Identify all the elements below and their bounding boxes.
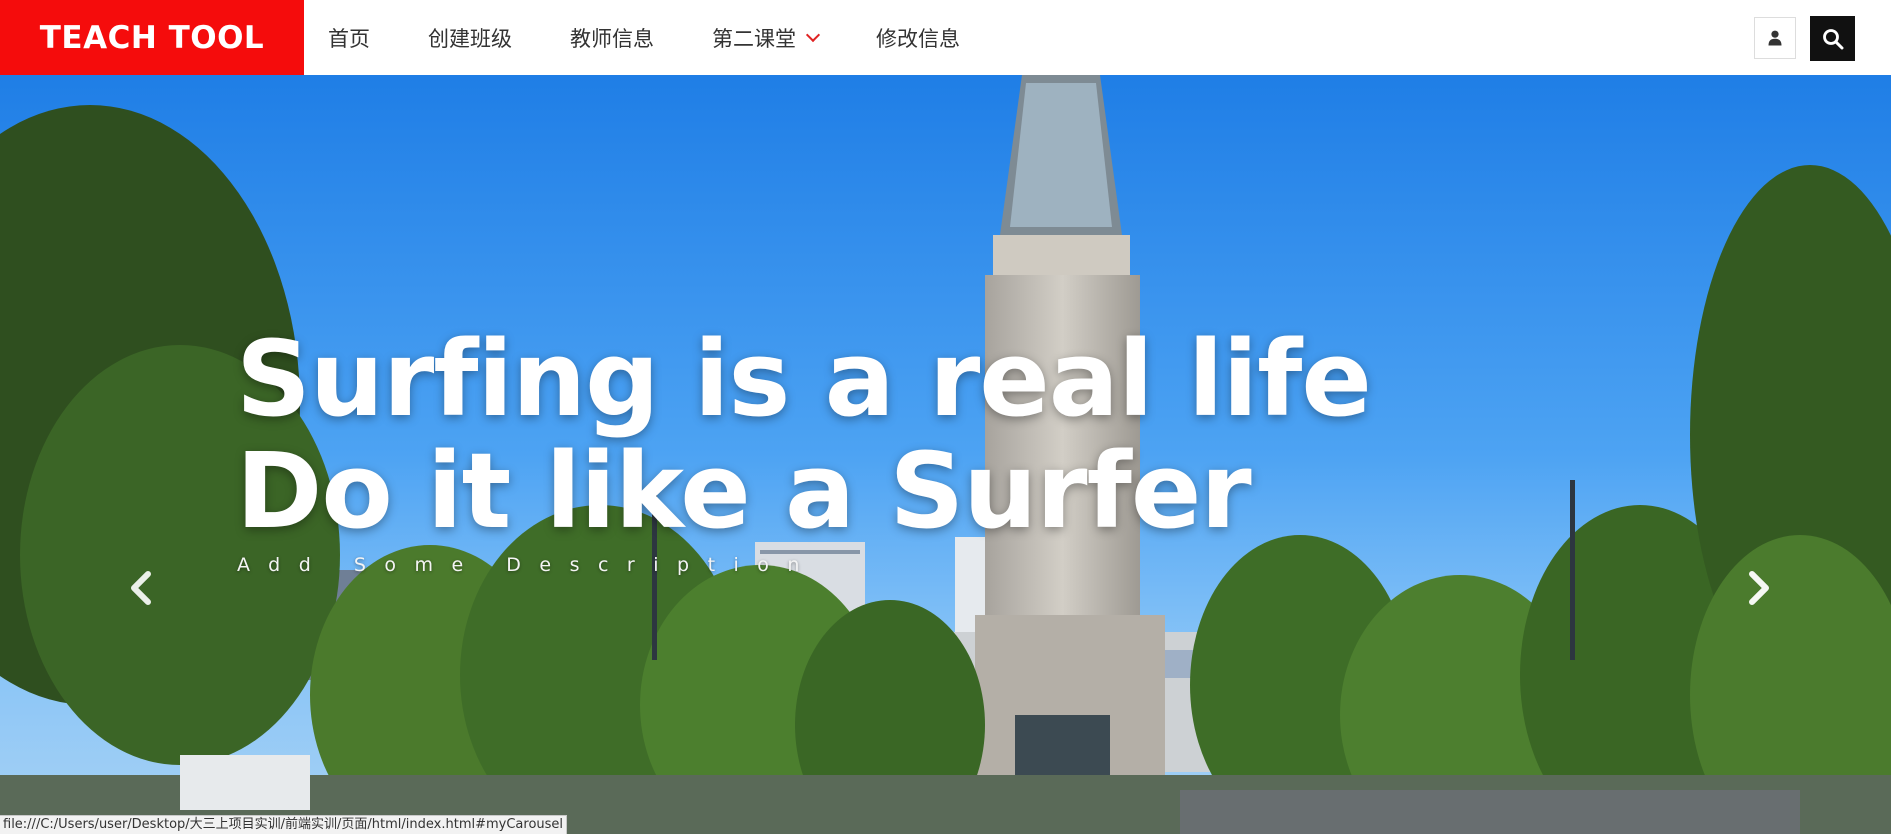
search-icon [1822,28,1843,49]
nav-item-edit-info[interactable]: 修改信息 [852,0,984,75]
hero-title-line-1: Surfing is a real life [236,318,1372,440]
nav-item-label: 教师信息 [570,26,654,51]
hero-title: Surfing is a real life Do it like a Surf… [236,318,1372,552]
nav-item-label: 第二课堂 [712,26,796,51]
nav-item-home[interactable]: 首页 [304,0,394,75]
nav-item-label: 首页 [328,26,370,51]
nav-item-second-classroom[interactable]: 第二课堂 [688,0,842,75]
nav-item-label: 修改信息 [876,26,960,51]
chevron-right-icon [1749,571,1769,605]
nav-item-create-class[interactable]: 创建班级 [404,0,536,75]
nav-item-label: 创建班级 [428,26,512,51]
brand-logo[interactable]: TEACH TOOL [0,0,304,75]
chevron-left-icon [131,571,151,605]
user-icon [1768,30,1782,46]
browser-status-bar: file:///C:/Users/user/Desktop/大三上项目实训/前端… [0,815,568,834]
hero-description: Add Some Description [237,554,818,576]
nav-item-teacher-info[interactable]: 教师信息 [546,0,678,75]
main-nav: 首页 创建班级 教师信息 第二课堂 修改信息 [304,0,984,75]
user-button[interactable] [1754,17,1796,59]
search-button[interactable] [1810,16,1855,61]
top-navbar: TEACH TOOL 首页 创建班级 教师信息 第二课堂 修改信息 [0,0,1891,75]
carousel-prev-button[interactable] [122,568,162,608]
hero-title-line-2: Do it like a Surfer [236,430,1252,552]
carousel-next-button[interactable] [1738,568,1778,608]
hero-carousel: Surfing is a real life Do it like a Surf… [0,75,1891,834]
chevron-down-icon [805,27,821,42]
